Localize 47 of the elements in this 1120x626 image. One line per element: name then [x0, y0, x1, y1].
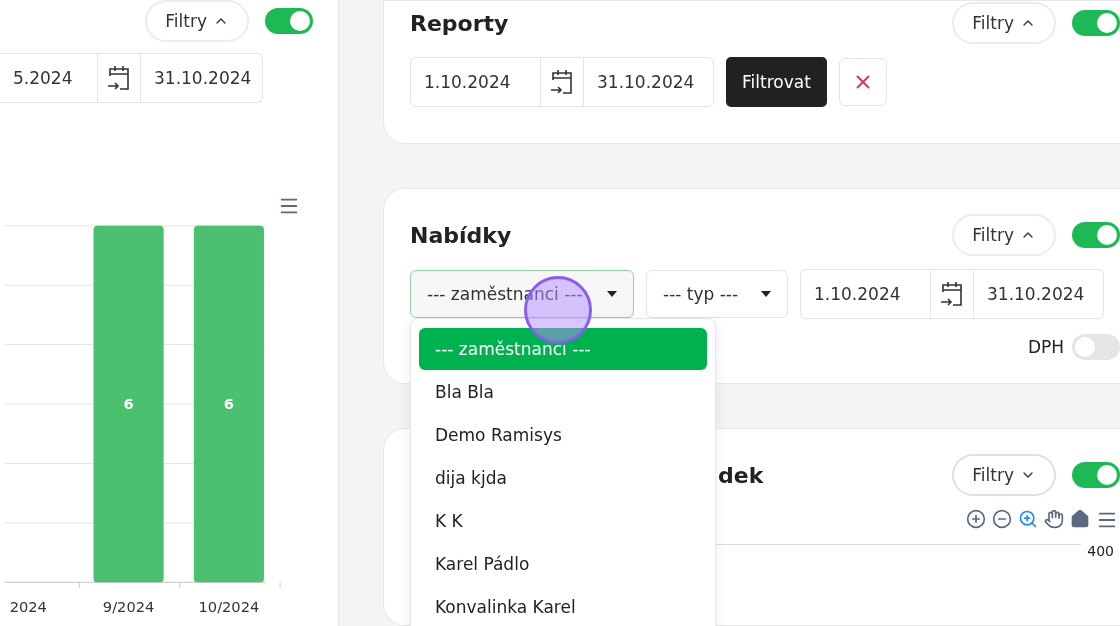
- dropdown-item[interactable]: Konvalinka Karel: [419, 586, 707, 626]
- toggle-switch[interactable]: [1072, 10, 1120, 36]
- date-to: 31.10.2024: [986, 283, 1086, 306]
- date-from: 1.10.2024: [813, 283, 902, 306]
- bar-value-label: 6: [223, 394, 234, 412]
- magnifier-icon[interactable]: [1018, 509, 1038, 529]
- card-title: Nabídky: [410, 222, 513, 248]
- date-from: 1.10.2024: [423, 71, 512, 94]
- type-select[interactable]: --- typ ---: [646, 270, 788, 318]
- caret-icon: [607, 291, 617, 297]
- date-range-field[interactable]: 1.10.2024 31.10.2024: [800, 269, 1104, 319]
- filter-button[interactable]: Filtrovat: [726, 57, 827, 107]
- filters-button[interactable]: Filtry: [952, 214, 1056, 256]
- dropdown-item[interactable]: Demo Ramisys: [419, 414, 707, 456]
- calendar-arrow-icon: [549, 68, 575, 96]
- axis-label: 400: [1086, 543, 1115, 559]
- bar-value-label: 6: [123, 394, 134, 412]
- home-icon[interactable]: [1070, 509, 1090, 529]
- date-to: 31.10.2024: [596, 71, 696, 94]
- filters-button[interactable]: Filtry: [145, 0, 249, 43]
- filters-button[interactable]: Filtry: [952, 454, 1056, 496]
- clear-button[interactable]: [838, 58, 887, 106]
- date-from: 5.2024: [12, 66, 74, 90]
- dropdown-item[interactable]: Bla Bla: [419, 371, 707, 413]
- toggle-switch[interactable]: [1072, 334, 1120, 360]
- vat-label: DPH: [1027, 337, 1064, 357]
- date-to: 31.10.2024: [153, 66, 253, 90]
- calendar-arrow-icon: [939, 280, 965, 308]
- toggle-switch[interactable]: [1072, 222, 1120, 248]
- hand-icon[interactable]: [1044, 509, 1064, 529]
- filters-button[interactable]: Filtry: [952, 2, 1056, 44]
- card-title: Reporty: [410, 10, 510, 36]
- zoom-in-icon[interactable]: [966, 509, 986, 529]
- dropdown-item[interactable]: dija kjda: [419, 457, 707, 499]
- x-axis-label: 9/2024: [102, 597, 155, 615]
- card-title: dek: [718, 462, 764, 488]
- toggle-switch[interactable]: [265, 8, 313, 35]
- date-range-field[interactable]: 5.2024 31.10.2024: [0, 52, 263, 103]
- x-axis-label: 10/2024: [198, 597, 260, 615]
- caret-icon: [761, 291, 771, 297]
- calendar-arrow-icon: [106, 63, 132, 92]
- dropdown-item[interactable]: Karel Pádlo: [419, 543, 707, 585]
- zoom-out-icon[interactable]: [992, 509, 1012, 529]
- x-axis-label: 2024: [9, 597, 47, 615]
- date-range-field[interactable]: 1.10.2024 31.10.2024: [410, 57, 714, 107]
- dropdown-item[interactable]: K K: [419, 500, 707, 542]
- toggle-switch[interactable]: [1072, 462, 1120, 488]
